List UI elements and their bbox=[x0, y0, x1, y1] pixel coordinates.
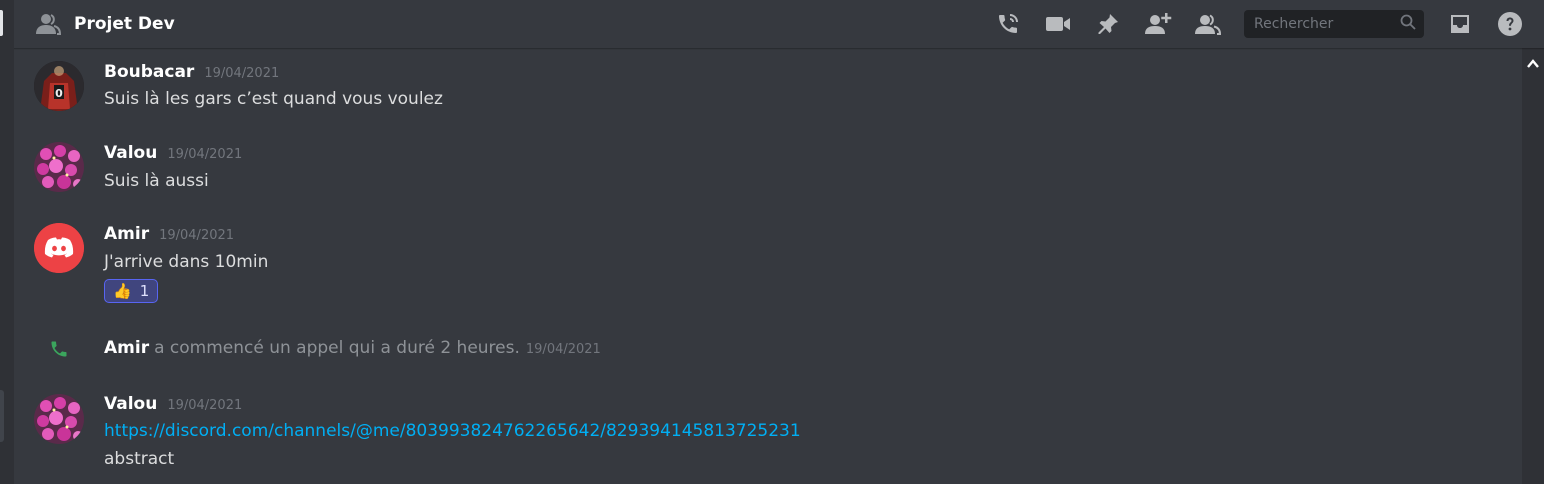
message-content: Suis là aussi bbox=[104, 171, 209, 191]
search-input[interactable] bbox=[1252, 15, 1396, 33]
message-author[interactable]: Amir bbox=[104, 224, 149, 244]
chevron-up-icon[interactable] bbox=[1526, 56, 1540, 70]
call-description: a commencé un appel qui a duré 2 heures. bbox=[154, 338, 520, 358]
message-author[interactable]: Boubacar bbox=[104, 62, 194, 82]
channel-title: Projet Dev bbox=[74, 14, 175, 34]
avatar[interactable]: 0 bbox=[34, 61, 84, 111]
svg-text:0: 0 bbox=[55, 87, 63, 100]
add-friend-icon[interactable] bbox=[1144, 10, 1172, 38]
call-icon[interactable] bbox=[994, 10, 1022, 38]
inbox-icon[interactable] bbox=[1446, 10, 1474, 38]
avatar[interactable] bbox=[34, 142, 84, 192]
message-timestamp: 19/04/2021 bbox=[204, 66, 280, 81]
message-timestamp: 19/04/2021 bbox=[167, 398, 243, 413]
avatar[interactable] bbox=[34, 223, 84, 273]
search-box[interactable] bbox=[1244, 10, 1424, 38]
message-timestamp: 19/04/2021 bbox=[167, 147, 243, 162]
message-author[interactable]: Valou bbox=[104, 143, 157, 163]
members-dm-icon bbox=[34, 10, 62, 38]
scrollbar[interactable] bbox=[1522, 48, 1544, 484]
message-link-line: https://discord.com/channels/@me/8039938… bbox=[104, 421, 801, 441]
header-toolbar bbox=[983, 0, 1544, 48]
message-link[interactable]: https://discord.com/channels/@me/8039938… bbox=[104, 421, 801, 441]
server-sidebar-edge bbox=[0, 0, 14, 484]
message-content: Suis là les gars c’est quand vous voulez bbox=[104, 89, 443, 109]
reaction-count: 1 bbox=[139, 282, 150, 300]
call-timestamp: 19/04/2021 bbox=[525, 342, 601, 357]
call-author[interactable]: Amir bbox=[104, 338, 149, 358]
members-icon[interactable] bbox=[1194, 10, 1222, 38]
message-list: 0 Boubacar 19/04/2021 Suis là les gars c… bbox=[14, 48, 1522, 484]
sidebar-indicator bbox=[0, 10, 3, 36]
pin-icon[interactable] bbox=[1094, 10, 1122, 38]
message-author[interactable]: Valou bbox=[104, 394, 157, 414]
avatar[interactable] bbox=[34, 394, 84, 444]
video-icon[interactable] bbox=[1044, 10, 1072, 38]
thumbs-up-emoji: 👍 bbox=[113, 282, 132, 300]
message-timestamp: 19/04/2021 bbox=[159, 228, 235, 243]
message-content: J'arrive dans 10min bbox=[104, 252, 269, 272]
help-icon[interactable] bbox=[1496, 10, 1524, 38]
reaction-button[interactable]: 👍 1 bbox=[104, 279, 159, 303]
search-icon bbox=[1400, 14, 1416, 34]
sidebar-indicator-2 bbox=[0, 390, 4, 442]
channel-header: Projet Dev bbox=[14, 0, 1544, 48]
phone-call-icon bbox=[49, 339, 69, 359]
message-content: abstract bbox=[104, 449, 175, 469]
